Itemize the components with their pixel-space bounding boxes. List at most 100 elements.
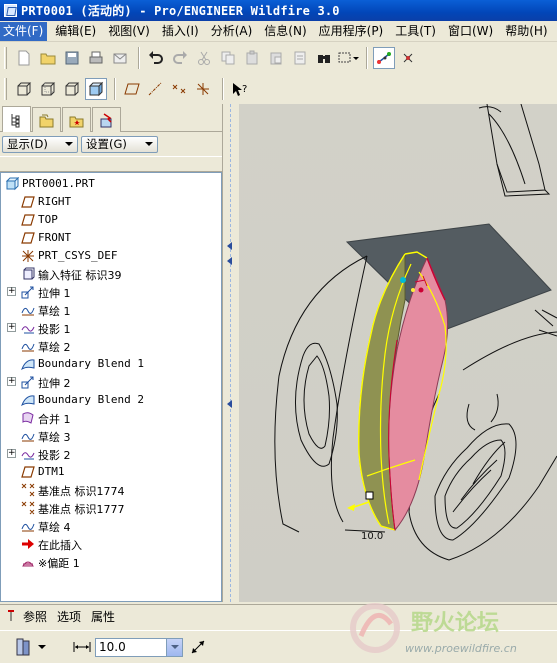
datum-points-toggle-icon[interactable]: [169, 78, 191, 100]
flip-direction-icon[interactable]: [189, 638, 207, 656]
menu-applications[interactable]: 应用程序(P): [316, 22, 388, 41]
offset-distance-combo[interactable]: 10.0: [95, 637, 183, 657]
toolbar-grip[interactable]: [4, 47, 7, 69]
toolbar-separator: [114, 78, 116, 100]
tab-references[interactable]: 参照: [23, 608, 47, 625]
wireframe-icon[interactable]: [13, 78, 35, 100]
menu-file[interactable]: 文件(F): [0, 21, 48, 41]
collapse-arrow-icon[interactable]: [227, 400, 232, 408]
left-cutout-inner: [303, 355, 330, 449]
tree-item[interactable]: + 拉伸 2: [1, 373, 221, 391]
offset-type-selector[interactable]: [14, 637, 46, 657]
no-hidden-icon[interactable]: [61, 78, 83, 100]
print-icon[interactable]: [85, 47, 107, 69]
select-box-icon[interactable]: [337, 47, 359, 69]
tree-item[interactable]: TOP: [1, 211, 221, 229]
offset-distance-value[interactable]: 10.0: [96, 640, 126, 654]
menu-insert[interactable]: 插入(I): [159, 22, 203, 41]
menu-analysis[interactable]: 分析(A): [208, 22, 257, 41]
context-help-icon[interactable]: ?: [229, 78, 251, 100]
open-file-icon[interactable]: [37, 47, 59, 69]
tree-item[interactable]: 基准点 标识1774: [1, 481, 221, 499]
tab-connections[interactable]: [92, 107, 121, 133]
pin-icon[interactable]: [6, 608, 20, 625]
menu-window[interactable]: 窗口(W): [445, 22, 497, 41]
tree-item[interactable]: + 投影 2: [1, 445, 221, 463]
toolbar-standard: [0, 43, 557, 73]
tree-item-label: PRT_CSYS_DEF: [38, 249, 118, 262]
shading-icon[interactable]: [85, 78, 107, 100]
tree-item[interactable]: PRT_CSYS_DEF: [1, 247, 221, 265]
collapse-arrow-icon[interactable]: [227, 257, 232, 265]
datum-axes-toggle-icon[interactable]: [145, 78, 167, 100]
pro-engineer-window: PRT0001 (活动的) - Pro/ENGINEER Wildfire 3.…: [0, 0, 557, 663]
tree-item[interactable]: 草绘 2: [1, 337, 221, 355]
folder-browser-icon: [39, 114, 53, 127]
graphics-window[interactable]: 10.0: [239, 104, 557, 602]
tree-item-label: 草绘 4: [38, 521, 71, 534]
save-icon[interactable]: [61, 47, 83, 69]
drag-handle[interactable]: [365, 491, 374, 500]
datum-planes-toggle-icon[interactable]: [121, 78, 143, 100]
undo-icon[interactable]: [145, 47, 167, 69]
tree-column-header: [0, 156, 222, 172]
import-feature-icon: [21, 267, 35, 281]
tree-item[interactable]: + 拉伸 1: [1, 283, 221, 301]
tab-properties[interactable]: 属性: [91, 608, 115, 625]
tree-item[interactable]: 基准点 标识1777: [1, 499, 221, 517]
tab-folder-browser[interactable]: [32, 107, 61, 133]
expand-toggle-icon[interactable]: +: [7, 287, 16, 296]
tree-item[interactable]: RIGHT: [1, 193, 221, 211]
offset-dimension-label[interactable]: 10.0: [361, 531, 383, 542]
offset-icon: [21, 555, 35, 569]
navigator-splitter[interactable]: [222, 104, 239, 602]
menu-tools[interactable]: 工具(T): [392, 22, 440, 41]
new-file-icon[interactable]: [13, 47, 35, 69]
tree-item[interactable]: DTM1: [1, 463, 221, 481]
collapse-arrow-icon[interactable]: [227, 242, 232, 250]
chevron-down-icon[interactable]: [166, 638, 182, 656]
tree-item[interactable]: 合并 1: [1, 409, 221, 427]
tree-item[interactable]: PRT0001.PRT: [1, 175, 221, 193]
spin-center-icon[interactable]: [397, 47, 419, 69]
expand-toggle-icon[interactable]: +: [7, 323, 16, 332]
settings-dropdown[interactable]: 设置(G): [81, 135, 158, 153]
tree-item[interactable]: 草绘 3: [1, 427, 221, 445]
tree-item[interactable]: 输入特征 标识39: [1, 265, 221, 283]
hidden-line-icon[interactable]: [37, 78, 59, 100]
csys-toggle-icon[interactable]: [193, 78, 215, 100]
tab-favorites[interactable]: [62, 107, 91, 133]
paste-icon[interactable]: [241, 47, 263, 69]
tree-item[interactable]: Boundary Blend 2: [1, 391, 221, 409]
send-mail-icon[interactable]: [109, 47, 131, 69]
menu-edit[interactable]: 编辑(E): [52, 22, 100, 41]
cut-icon[interactable]: [193, 47, 215, 69]
menu-view[interactable]: 视图(V): [105, 22, 154, 41]
paste-special-icon[interactable]: [265, 47, 287, 69]
right-ribs: [452, 441, 506, 513]
expand-toggle-icon[interactable]: +: [7, 449, 16, 458]
redo-icon[interactable]: [169, 47, 191, 69]
show-dropdown[interactable]: 显示(D): [2, 135, 78, 153]
datum-plane-icon: [21, 213, 35, 227]
expand-toggle-icon[interactable]: +: [7, 377, 16, 386]
model-view[interactable]: 10.0: [239, 104, 557, 602]
tree-item[interactable]: 在此插入: [1, 535, 221, 553]
tree-item[interactable]: 草绘 1: [1, 301, 221, 319]
tree-item[interactable]: ※偏距 1: [1, 553, 221, 571]
copy-icon[interactable]: [217, 47, 239, 69]
tree-item[interactable]: + 投影 1: [1, 319, 221, 337]
find-icon[interactable]: [313, 47, 335, 69]
tree-item[interactable]: 草绘 4: [1, 517, 221, 535]
menu-help[interactable]: 帮助(H): [502, 22, 551, 41]
menu-info[interactable]: 信息(N): [261, 22, 310, 41]
tab-model-tree[interactable]: [2, 106, 31, 133]
datum-points-display-icon[interactable]: [373, 47, 395, 69]
tree-item[interactable]: Boundary Blend 1: [1, 355, 221, 373]
regenerate-icon[interactable]: [289, 47, 311, 69]
top-part-outline: [486, 104, 546, 193]
tree-item[interactable]: FRONT: [1, 229, 221, 247]
toolbar-grip[interactable]: [4, 78, 7, 100]
datum-point-red: [418, 287, 424, 293]
tab-options[interactable]: 选项: [57, 608, 81, 625]
